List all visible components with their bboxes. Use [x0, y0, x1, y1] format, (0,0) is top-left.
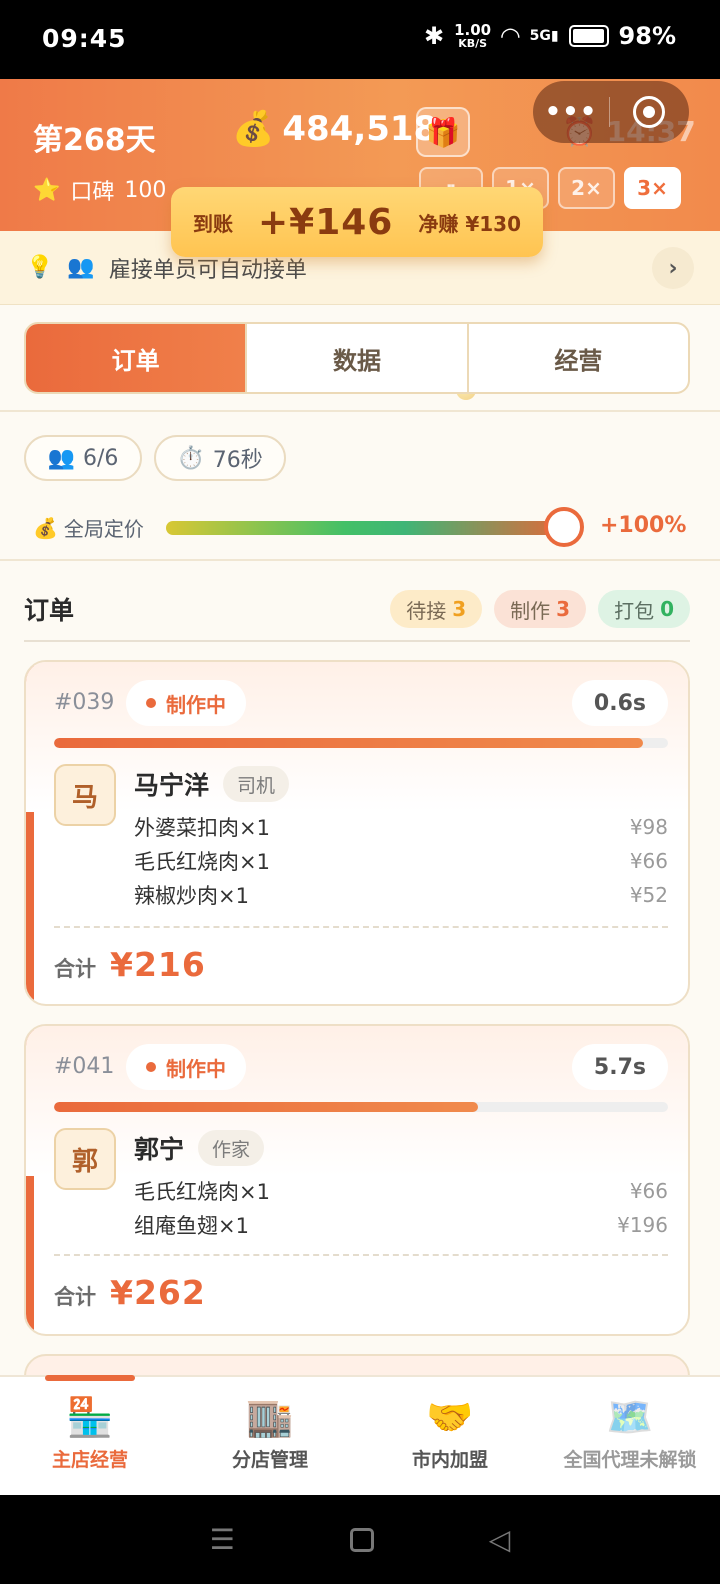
tab-orders[interactable]: 订单: [26, 324, 246, 392]
system-navigation-bar: ☰ ◁: [0, 1495, 720, 1584]
list-item: 毛氏红烧肉×1 ¥66: [134, 1179, 668, 1204]
game-app: 第268天 💰 484,518 🎁 ⏰ 14:37 ••• ⭐ 口碑 100 ⏸…: [0, 79, 720, 1495]
speed-3x-button[interactable]: 3×: [624, 167, 681, 209]
more-menu-button[interactable]: •••: [533, 97, 609, 127]
order-number: #041: [54, 1054, 115, 1079]
battery-level: 98%: [618, 22, 676, 50]
staff-count: 👥 6/6: [24, 435, 142, 481]
chevron-right-icon[interactable]: ›: [652, 247, 694, 289]
stopwatch-icon: ⏱️: [177, 445, 205, 471]
list-item: 外婆菜扣肉×1 ¥98: [134, 815, 668, 840]
orders-title: 订单: [24, 596, 75, 625]
star-icon: ⭐: [33, 177, 61, 203]
reputation: ⭐ 口碑 100: [33, 177, 167, 206]
money-display: 💰 484,518: [232, 109, 437, 149]
system-status-bar: 09:45 ✱ 1.00 KB/S ◠ 5G▮ 98%: [0, 0, 720, 79]
avatar: 郭: [54, 1128, 116, 1190]
list-item: 辣椒炒肉×1 ¥52: [134, 883, 668, 908]
tab-data[interactable]: 数据: [245, 324, 466, 392]
nav-main-store[interactable]: 🏪 主店经营: [0, 1375, 180, 1495]
customer-role: 作家: [198, 1130, 265, 1166]
nav-city-franchise[interactable]: 🤝 市内加盟: [360, 1377, 540, 1495]
target-icon: [633, 96, 665, 128]
home-icon[interactable]: [349, 1527, 374, 1552]
order-status-badges: 待接 3 制作 3 打包 0: [390, 590, 690, 628]
status-icons: ✱ 1.00 KB/S ◠ 5G▮ 98%: [424, 22, 676, 50]
main-tabs: 订单 数据 经营: [24, 322, 690, 394]
nav-national-agent[interactable]: 🗺️ 全国代理未解锁: [540, 1377, 720, 1495]
order-number: #039: [54, 690, 115, 715]
status-badge: 制作中: [126, 680, 246, 726]
people-icon: 👥: [67, 255, 95, 280]
pricing-value: +100%: [600, 513, 687, 538]
order-card[interactable]: #041 制作中 5.7s 郭 郭宁 作家 毛氏红烧肉×1 ¥66 组庵鱼翅×1 ¥…: [24, 1024, 690, 1336]
income-toast: 到账 +¥146 净赚 ¥130: [171, 187, 543, 257]
gift-icon: 🎁: [425, 115, 461, 149]
order-timer: ⏱️ 76秒: [154, 435, 286, 481]
customer-role: 司机: [223, 766, 290, 802]
battery-icon: [568, 25, 609, 47]
progress-bar: [54, 738, 668, 748]
order-total: 合计 ¥262: [54, 1273, 206, 1312]
tab-operations[interactable]: 经营: [466, 324, 688, 392]
menu-icon[interactable]: ☰: [210, 1523, 235, 1556]
handshake-icon: 🤝: [426, 1395, 474, 1439]
avatar: 马: [54, 764, 116, 826]
day-counter: 第268天: [33, 123, 156, 158]
gift-button[interactable]: 🎁: [416, 107, 470, 157]
network-speed: 1.00 KB/S: [454, 21, 492, 50]
order-total: 合计 ¥216: [54, 945, 206, 984]
customer-name: 马宁洋 司机: [134, 766, 290, 802]
nav-branch-management[interactable]: 🏬 分店管理: [180, 1377, 360, 1495]
order-card[interactable]: #039 制作中 0.6s 马 马宁洋 司机 外婆菜扣肉×1 ¥98 毛氏红烧肉×…: [24, 660, 690, 1006]
store-24h-icon: 🏪: [66, 1395, 114, 1439]
list-item: 毛氏红烧肉×1 ¥66: [134, 849, 668, 874]
map-icon: 🗺️: [606, 1395, 654, 1439]
bottom-navigation: 🏪 主店经营 🏬 分店管理 🤝 市内加盟 🗺️ 全国代理未解锁: [0, 1375, 720, 1495]
lightbulb-icon: 💡: [26, 255, 54, 280]
order-countdown: 5.7s: [571, 1044, 668, 1090]
close-miniprogram-button[interactable]: [610, 96, 688, 128]
pricing-label: 💰 全局定价: [33, 515, 144, 542]
order-items: 外婆菜扣肉×1 ¥98 毛氏红烧肉×1 ¥66 辣椒炒肉×1 ¥52: [134, 810, 668, 912]
cellular-signal-icon: 5G▮: [529, 28, 559, 44]
building-icon: 🏬: [246, 1395, 294, 1439]
miniprogram-capsule: •••: [533, 81, 689, 143]
progress-bar: [54, 1102, 668, 1112]
money-bag-icon: 💰: [232, 109, 275, 149]
bluetooth-icon: ✱: [424, 22, 445, 50]
back-icon[interactable]: ◁: [489, 1523, 511, 1556]
wifi-icon: ◠: [501, 22, 520, 50]
order-countdown: 0.6s: [571, 680, 668, 726]
pricing-slider[interactable]: [166, 521, 564, 535]
clock: 09:45: [42, 24, 127, 53]
slider-handle[interactable]: [544, 507, 584, 547]
money-bag-icon: 💰: [33, 515, 58, 540]
packing-badge[interactable]: 打包 0: [598, 590, 690, 628]
customer-name: 郭宁 作家: [134, 1130, 265, 1166]
pending-badge[interactable]: 待接 3: [390, 590, 483, 628]
cooking-badge[interactable]: 制作 3: [494, 590, 587, 628]
status-badge: 制作中: [126, 1044, 246, 1090]
money-amount: 484,518: [282, 109, 438, 149]
list-item: 组庵鱼翅×1 ¥196: [134, 1213, 668, 1238]
speed-2x-button[interactable]: 2×: [558, 167, 615, 209]
order-items: 毛氏红烧肉×1 ¥66 组庵鱼翅×1 ¥196: [134, 1174, 668, 1242]
people-icon: 👥: [47, 445, 75, 471]
